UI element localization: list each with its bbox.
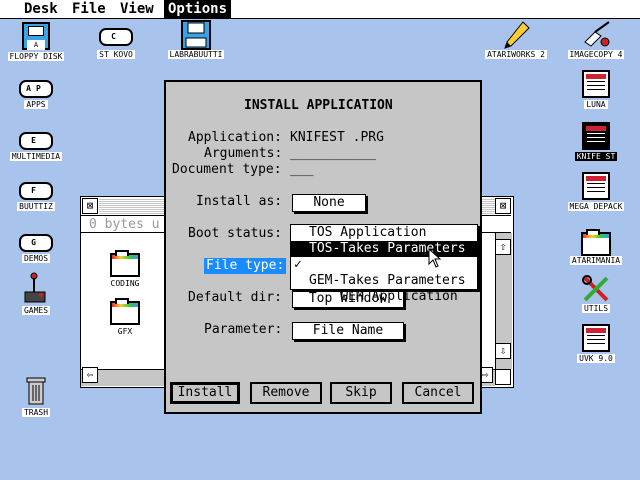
pencil-icon	[501, 20, 531, 54]
desktop-icon-label: LUNA	[584, 100, 608, 109]
folder-label: CODING	[110, 279, 140, 288]
folder-gfx[interactable]: GFX	[95, 298, 155, 336]
drive-icon: C	[99, 28, 133, 46]
folder-icon	[110, 250, 140, 277]
program-icon	[582, 122, 610, 150]
drive-icon: F	[19, 182, 53, 200]
mouse-pointer-icon	[428, 248, 442, 268]
menu-options[interactable]: Options	[164, 0, 232, 18]
desktop-icon-label: UVK 9.0	[577, 354, 615, 363]
parameter-label: Parameter:	[204, 322, 283, 337]
desktop-icon-uvk[interactable]: UVK 9.0	[556, 324, 636, 370]
desktop-icon-apps[interactable]: AP APPS	[0, 78, 76, 124]
popup-option-tos-application[interactable]: TOS Application	[291, 225, 477, 241]
file-type-popup-menu: TOS Application TOS-Takes Parameters ✓ G…	[290, 224, 478, 304]
desktop-icon-floppy-disk[interactable]: A FLOPPY DISK	[0, 22, 76, 68]
desktop-icon-knife-st[interactable]: KNIFE ST	[556, 122, 636, 168]
application-label: Application:	[188, 130, 282, 145]
full-box-icon[interactable]: ⊠	[495, 198, 511, 214]
cancel-button[interactable]: Cancel	[402, 382, 474, 404]
popup-option-label: GEM Application	[340, 289, 458, 304]
drive-icon: AP	[19, 80, 53, 98]
scroll-up-icon[interactable]: ⇧	[495, 239, 511, 255]
disk-drive-icon	[181, 20, 211, 54]
remove-button[interactable]: Remove	[250, 382, 322, 404]
joystick-icon	[23, 272, 49, 310]
document-type-field[interactable]: ___	[290, 162, 313, 178]
skip-button[interactable]: Skip	[330, 382, 392, 404]
desktop-icon-label: ATARIWORKS 2	[485, 50, 547, 59]
desktop-icon-imagecopy[interactable]: IMAGECOPY 4	[556, 20, 636, 66]
desktop-icon-label: ATARIMANIA	[569, 256, 623, 265]
program-icon	[582, 324, 610, 352]
desktop-icon-atarimania[interactable]: ATARIMANIA	[556, 226, 636, 272]
desktop-icon-multimedia[interactable]: E MULTIMEDIA	[0, 130, 76, 176]
folder-icon	[581, 226, 611, 256]
desktop-icon-buuttiz[interactable]: F BUUTTIZ	[0, 180, 76, 226]
application-value: KNIFEST .PRG	[290, 130, 384, 145]
menu-view[interactable]: View	[116, 0, 158, 18]
trash-icon	[25, 376, 47, 410]
desktop-icon-label: GAMES	[21, 306, 51, 315]
close-box-icon[interactable]: ⊠	[82, 198, 98, 214]
folder-coding[interactable]: CODING	[95, 250, 155, 288]
scroll-left-icon[interactable]: ⇦	[82, 367, 98, 383]
program-icon	[582, 70, 610, 98]
desktop-icon-label: MEGA DEPACK	[567, 202, 625, 211]
resize-handle-icon[interactable]	[495, 369, 511, 385]
folder-label: GFX	[117, 327, 133, 336]
desktop-icon-label: ST KOVO	[97, 50, 135, 59]
install-as-label: Install as:	[196, 194, 283, 209]
install-button[interactable]: Install	[170, 382, 240, 404]
drive-icon: G	[19, 234, 53, 252]
document-type-label: Document type:	[172, 162, 282, 177]
desktop-icon-label: TRASH	[21, 408, 51, 417]
file-type-label: File type:	[204, 258, 287, 274]
scroll-down-icon[interactable]: ⇩	[495, 343, 511, 359]
desktop-icon-atariworks[interactable]: ATARIWORKS 2	[476, 20, 556, 66]
desktop-icon-mega-depack[interactable]: MEGA DEPACK	[556, 172, 636, 218]
drive-icon: E	[19, 132, 53, 150]
boot-status-label: Boot status:	[188, 226, 282, 241]
desktop-icon-label: FLOPPY DISK	[7, 52, 65, 61]
desktop-icon-labrabuutti[interactable]: LABRABUUTTI	[156, 20, 236, 66]
popup-option-tos-takes-parameters[interactable]: TOS-Takes Parameters	[291, 241, 477, 257]
program-icon	[582, 172, 610, 200]
menu-desk[interactable]: Desk	[20, 0, 62, 18]
floppy-disk-icon: A	[22, 22, 50, 50]
desktop-icon-label: MULTIMEDIA	[9, 152, 63, 161]
popup-option-gem-takes-parameters[interactable]: GEM-Takes Parameters	[291, 273, 477, 289]
default-dir-label: Default dir:	[188, 290, 282, 305]
popup-option-gem-application[interactable]: ✓ GEM Application	[291, 257, 477, 304]
desktop-icon-st-kovo[interactable]: C ST KOVO	[76, 28, 156, 74]
install-as-dropdown[interactable]: None	[292, 194, 366, 212]
menu-file[interactable]: File	[68, 0, 110, 18]
desktop-icon-label: BUUTTIZ	[17, 202, 55, 211]
desktop-icon-label: KNIFE ST	[574, 152, 618, 161]
tools-icon	[581, 274, 611, 308]
desktop-icon-trash[interactable]: TRASH	[0, 376, 76, 422]
desktop-icon-luna[interactable]: LUNA	[556, 70, 636, 116]
desktop-icon-label: DEMOS	[21, 254, 51, 263]
dialog-title: INSTALL APPLICATION	[244, 98, 393, 113]
arguments-field[interactable]: ___________	[290, 146, 376, 162]
checkmark-icon: ✓	[294, 257, 302, 272]
arguments-label: Arguments:	[204, 146, 283, 161]
pen-hand-icon	[581, 20, 611, 54]
desktop-icon-label: LABRABUUTTI	[167, 50, 225, 59]
desktop-icon-label: UTILS	[581, 304, 611, 313]
desktop-icon-games[interactable]: GAMES	[0, 272, 76, 318]
menu-bar: Desk File View Options	[0, 0, 640, 19]
desktop-icon-utils[interactable]: UTILS	[556, 274, 636, 320]
desktop-icon-label: APPS	[24, 100, 48, 109]
parameter-dropdown[interactable]: File Name	[292, 322, 404, 340]
folder-icon	[110, 298, 140, 325]
desktop-icon-label: IMAGECOPY 4	[567, 50, 625, 59]
